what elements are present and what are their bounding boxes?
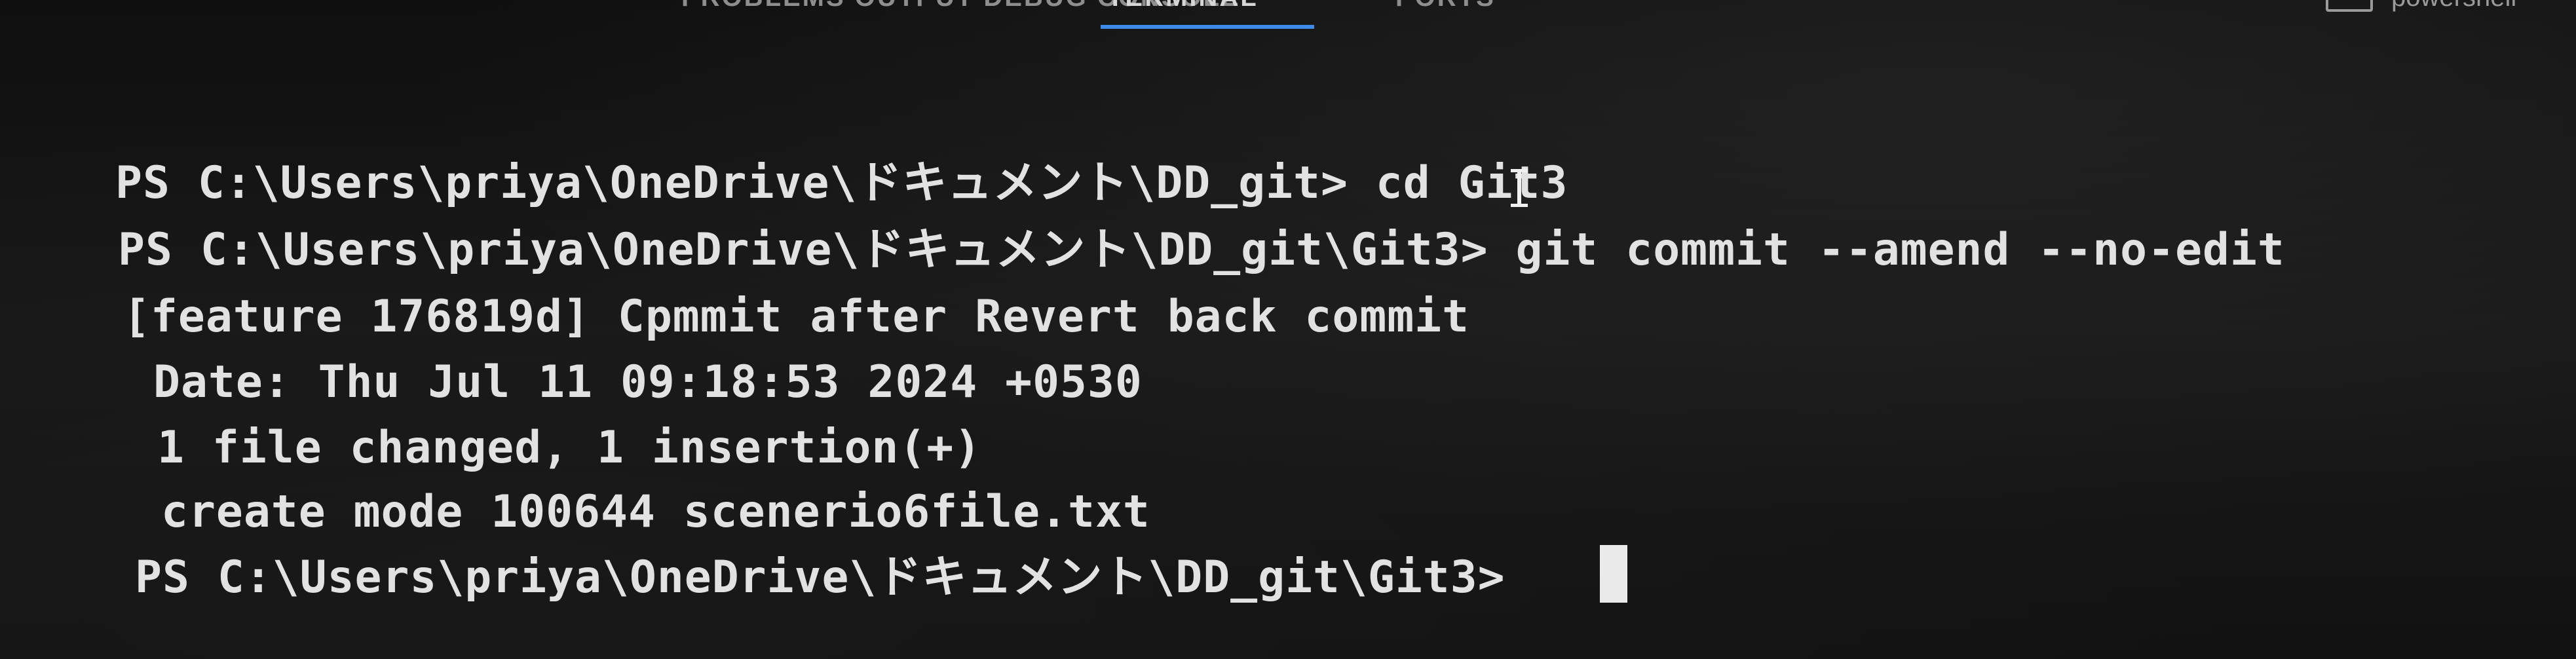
mouse-ibeam-icon (1511, 169, 1528, 207)
terminal-line-current-prompt[interactable]: PS C:\Users\priya\OneDrive\ドキュメント\DD_git… (135, 552, 1533, 604)
terminal-line-files-changed: 1 file changed, 1 insertion(+) (157, 422, 982, 474)
text-cursor (1600, 545, 1627, 603)
terminal-output[interactable]: PS C:\Users\priya\OneDrive\ドキュメント\DD_git… (0, 0, 2576, 659)
terminal-line-commit-summary: [feature 176819d] Cpmmit after Revert ba… (123, 291, 1470, 343)
terminal-line-git-commit-command: PS C:\Users\priya\OneDrive\ドキュメント\DD_git… (118, 224, 2285, 276)
terminal-line-commit-date: Date: Thu Jul 11 09:18:53 2024 +0530 (153, 356, 1143, 408)
terminal-line-cd-command: PS C:\Users\priya\OneDrive\ドキュメント\DD_git… (115, 157, 1568, 209)
terminal-screen: PROBLEMS OUTPUT DEBUG CONSOLE TERMINAL P… (0, 0, 2576, 659)
terminal-line-create-mode: create mode 100644 scenerio6file.txt (161, 486, 1150, 538)
